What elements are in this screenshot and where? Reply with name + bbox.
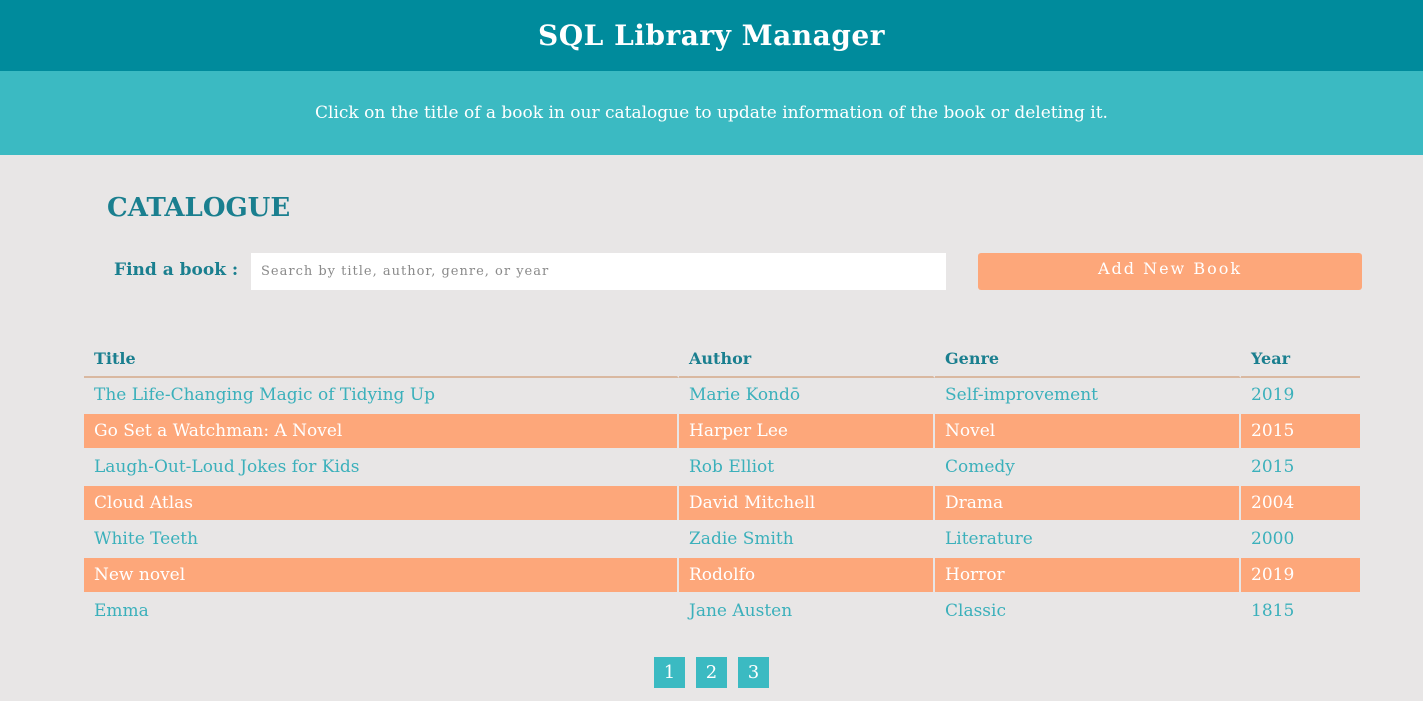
book-title-link[interactable]: Cloud Atlas (84, 486, 679, 522)
book-title-link[interactable]: White Teeth (84, 522, 679, 558)
book-author: Rob Elliot (679, 450, 935, 486)
book-author: Marie Kondō (679, 378, 935, 414)
column-header-year: Year (1241, 340, 1360, 378)
book-author: Rodolfo (679, 558, 935, 594)
table-row: White Teeth Zadie Smith Literature 2000 (84, 522, 1360, 558)
pagination: 1 2 3 (0, 657, 1423, 688)
info-banner: Click on the title of a book in our cata… (0, 71, 1423, 155)
page-link-3[interactable]: 3 (738, 657, 769, 688)
book-title-link[interactable]: New novel (84, 558, 679, 594)
search-label: Find a book : (114, 260, 239, 280)
book-author: David Mitchell (679, 486, 935, 522)
catalogue-table: Title Author Genre Year The Life-Changin… (84, 340, 1360, 630)
table-row: New novel Rodolfo Horror 2019 (84, 558, 1360, 594)
table-row: Emma Jane Austen Classic 1815 (84, 594, 1360, 630)
column-header-title: Title (84, 340, 679, 378)
search-input[interactable] (251, 253, 946, 290)
book-year: 2019 (1241, 558, 1360, 594)
book-title-link[interactable]: Emma (84, 594, 679, 630)
book-author: Zadie Smith (679, 522, 935, 558)
book-year: 2004 (1241, 486, 1360, 522)
book-genre: Classic (935, 594, 1241, 630)
book-genre: Novel (935, 414, 1241, 450)
book-author: Jane Austen (679, 594, 935, 630)
column-header-genre: Genre (935, 340, 1241, 378)
catalogue-table-container: Title Author Genre Year The Life-Changin… (84, 340, 1360, 630)
add-new-book-button[interactable]: Add New Book (978, 253, 1362, 290)
book-year: 2019 (1241, 378, 1360, 414)
book-title-link[interactable]: Go Set a Watchman: A Novel (84, 414, 679, 450)
page-link-2[interactable]: 2 (696, 657, 727, 688)
page-link-1[interactable]: 1 (654, 657, 685, 688)
table-row: Cloud Atlas David Mitchell Drama 2004 (84, 486, 1360, 522)
table-row: The Life-Changing Magic of Tidying Up Ma… (84, 378, 1360, 414)
catalogue-heading: CATALOGUE (107, 193, 291, 223)
book-year: 2015 (1241, 450, 1360, 486)
table-row: Go Set a Watchman: A Novel Harper Lee No… (84, 414, 1360, 450)
table-row: Laugh-Out-Loud Jokes for Kids Rob Elliot… (84, 450, 1360, 486)
book-genre: Drama (935, 486, 1241, 522)
book-year: 2000 (1241, 522, 1360, 558)
table-header-row: Title Author Genre Year (84, 340, 1360, 378)
book-genre: Self-improvement (935, 378, 1241, 414)
book-genre: Literature (935, 522, 1241, 558)
book-genre: Comedy (935, 450, 1241, 486)
book-title-link[interactable]: The Life-Changing Magic of Tidying Up (84, 378, 679, 414)
book-genre: Horror (935, 558, 1241, 594)
banner-text: Click on the title of a book in our cata… (315, 103, 1108, 123)
book-title-link[interactable]: Laugh-Out-Loud Jokes for Kids (84, 450, 679, 486)
book-year: 1815 (1241, 594, 1360, 630)
app-title: SQL Library Manager (538, 19, 885, 52)
app-header: SQL Library Manager (0, 0, 1423, 71)
book-author: Harper Lee (679, 414, 935, 450)
book-year: 2015 (1241, 414, 1360, 450)
column-header-author: Author (679, 340, 935, 378)
main-content: CATALOGUE Find a book : Add New Book Tit… (0, 155, 1423, 701)
